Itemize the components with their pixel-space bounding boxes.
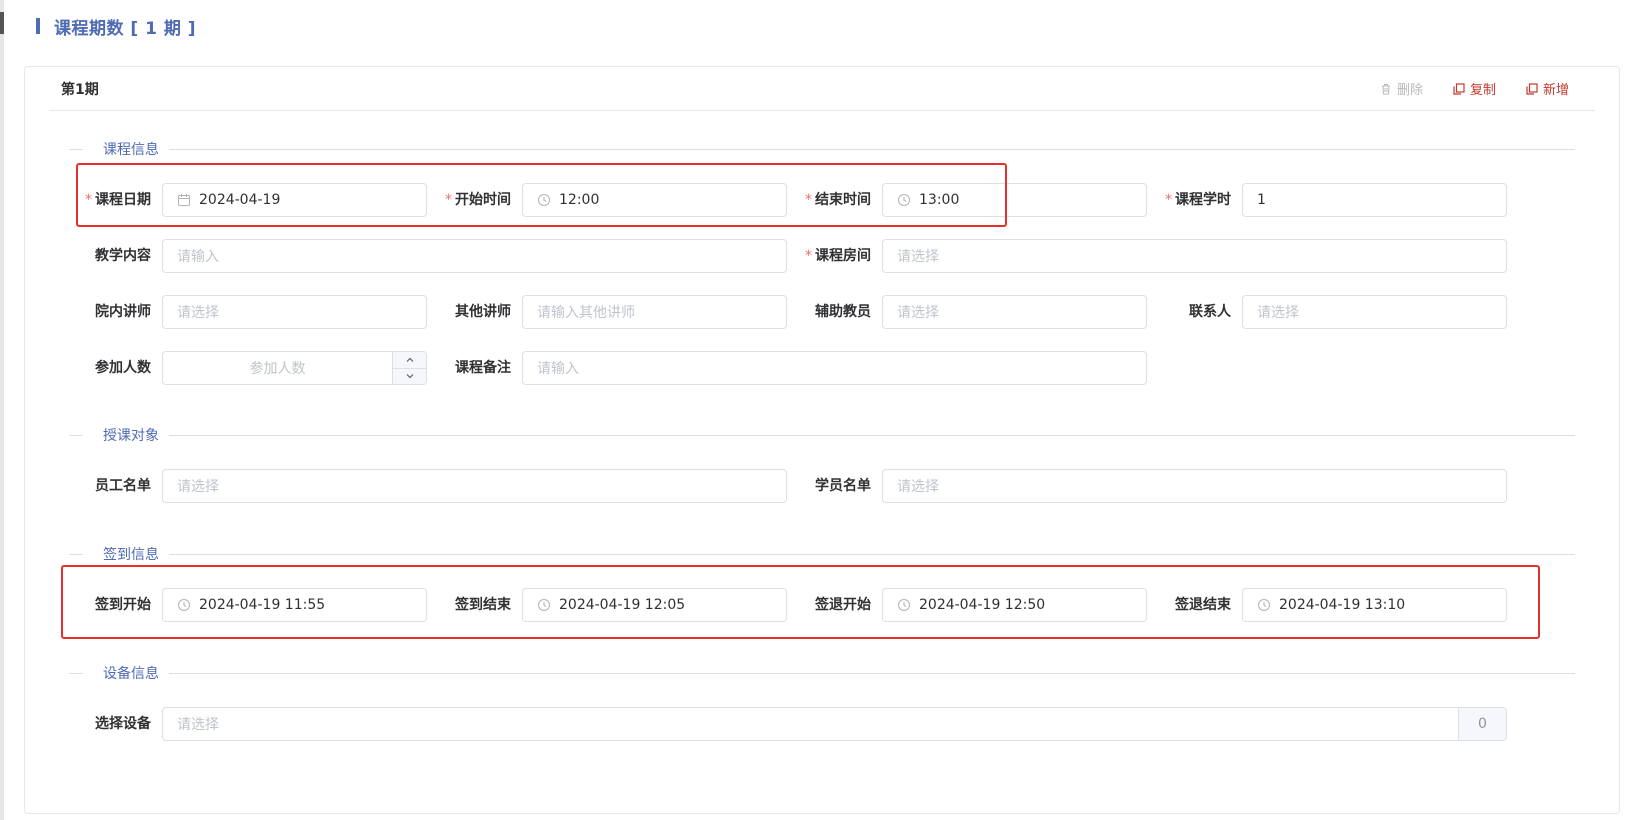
- teaching-content-input[interactable]: 请输入: [162, 239, 787, 273]
- left-edge: [0, 0, 4, 820]
- delete-button[interactable]: 删除: [1380, 79, 1423, 98]
- copy-label: 复制: [1469, 83, 1496, 98]
- other-lecturer-input[interactable]: 请输入其他讲师: [522, 295, 787, 329]
- period-card-header: 第1期 删除 复制 新增: [49, 67, 1595, 111]
- device-select-label: 选择设备: [95, 716, 151, 732]
- course-room-placeholder: 请选择: [897, 249, 939, 265]
- teaching-content-label: 教学内容: [95, 248, 151, 264]
- signin-end-picker[interactable]: 2024-04-19 12:05: [522, 588, 787, 622]
- assistant-label: 辅助教员: [815, 304, 871, 320]
- contact-label: 联系人: [1189, 304, 1231, 320]
- start-time-label: * 开始时间: [445, 192, 511, 208]
- section-title-device: 设备信息: [103, 666, 159, 682]
- signout-end-label: 签退结束: [1175, 597, 1231, 613]
- add-label: 新增: [1542, 83, 1569, 98]
- other-lecturer-placeholder: 请输入其他讲师: [537, 305, 635, 321]
- clock-icon: [538, 599, 550, 611]
- start-time-picker[interactable]: 12:00: [522, 183, 787, 217]
- student-list-select[interactable]: 请选择: [882, 469, 1507, 503]
- assistant-placeholder: 请选择: [897, 305, 939, 321]
- staff-list-placeholder: 请选择: [177, 479, 219, 495]
- clock-icon: [1258, 599, 1270, 611]
- calendar-icon: [178, 194, 190, 206]
- contact-placeholder: 请选择: [1257, 305, 1299, 321]
- section-title-signin: 签到信息: [103, 547, 159, 563]
- course-remark-input[interactable]: 请输入: [522, 351, 1147, 385]
- add-copy-icon: [1526, 82, 1538, 95]
- course-date-label: * 课程日期: [85, 192, 151, 208]
- period-actions: 删除 复制 新增: [1380, 79, 1569, 98]
- teaching-content-placeholder: 请输入: [177, 249, 219, 265]
- lecturer-label: 院内讲师: [95, 304, 151, 320]
- course-date-picker[interactable]: 2024-04-19: [162, 183, 427, 217]
- add-button[interactable]: 新增: [1526, 79, 1569, 98]
- period-card: 第1期 删除 复制 新增 课程信息 * 课程日期 2024-04-19 * 开始时间: [24, 66, 1620, 814]
- device-count-badge: 0: [1458, 708, 1506, 740]
- page-section-header: 课程期数 [ 1 期 ]: [36, 14, 197, 39]
- signin-start-label: 签到开始: [95, 597, 151, 613]
- copy-button[interactable]: 复制: [1453, 79, 1496, 98]
- other-lecturer-label: 其他讲师: [455, 304, 511, 320]
- staff-list-label: 员工名单: [95, 478, 151, 494]
- participants-label: 参加人数: [95, 360, 151, 376]
- signout-end-value: 2024-04-19 13:10: [1279, 597, 1406, 613]
- course-room-label: * 课程房间: [805, 248, 871, 264]
- device-select-placeholder: 请选择: [177, 717, 219, 733]
- section-title-course-info: 课程信息: [103, 142, 159, 158]
- assistant-select[interactable]: 请选择: [882, 295, 1147, 329]
- start-time-value: 12:00: [559, 192, 600, 208]
- signout-start-picker[interactable]: 2024-04-19 12:50: [882, 588, 1147, 622]
- participants-stepper[interactable]: 参加人数: [162, 351, 427, 385]
- signout-end-picker[interactable]: 2024-04-19 13:10: [1242, 588, 1507, 622]
- participants-placeholder: 参加人数: [249, 361, 306, 377]
- course-room-select[interactable]: 请选择: [882, 239, 1507, 273]
- section-divider-audience: 授课对象: [69, 425, 1575, 445]
- lecturer-placeholder: 请选择: [177, 305, 219, 321]
- end-time-picker[interactable]: 13:00: [882, 183, 1147, 217]
- section-divider-signin: 签到信息: [69, 544, 1575, 564]
- end-time-label: * 结束时间: [805, 192, 871, 208]
- contact-select[interactable]: 请选择: [1242, 295, 1507, 329]
- section-divider-course-info: 课程信息: [69, 139, 1575, 159]
- chevron-down-icon: [406, 374, 413, 379]
- signout-start-label: 签退开始: [815, 597, 871, 613]
- delete-label: 删除: [1396, 83, 1423, 98]
- clock-icon: [178, 599, 190, 611]
- course-hours-value: 1: [1257, 192, 1266, 208]
- course-remark-label: 课程备注: [455, 360, 511, 376]
- course-date-value: 2024-04-19: [199, 192, 281, 208]
- copy-icon: [1453, 82, 1465, 95]
- course-hours-label: * 课程学时: [1165, 192, 1231, 208]
- signin-start-picker[interactable]: 2024-04-19 11:55: [162, 588, 427, 622]
- end-time-value: 13:00: [919, 192, 960, 208]
- course-hours-input[interactable]: 1: [1242, 183, 1507, 217]
- signout-start-value: 2024-04-19 12:50: [919, 597, 1046, 613]
- trash-icon: [1381, 83, 1390, 94]
- lecturer-select[interactable]: 请选择: [162, 295, 427, 329]
- chevron-up-icon: [406, 357, 413, 362]
- section-divider-device: 设备信息: [69, 663, 1575, 683]
- edge-mark: [0, 12, 4, 34]
- clock-icon: [898, 194, 910, 206]
- section-title-audience: 授课对象: [103, 428, 159, 444]
- course-remark-placeholder: 请输入: [537, 361, 579, 377]
- signin-end-value: 2024-04-19 12:05: [559, 597, 686, 613]
- staff-list-select[interactable]: 请选择: [162, 469, 787, 503]
- signin-start-value: 2024-04-19 11:55: [199, 597, 326, 613]
- clock-icon: [538, 194, 550, 206]
- student-list-placeholder: 请选择: [897, 479, 939, 495]
- student-list-label: 学员名单: [815, 478, 871, 494]
- clock-icon: [898, 599, 910, 611]
- title-bar-accent: [36, 18, 40, 34]
- period-title: 第1期: [61, 81, 99, 98]
- device-select[interactable]: 请选择 0: [162, 707, 1507, 741]
- page-title: 课程期数 [ 1 期 ]: [54, 18, 197, 39]
- signin-end-label: 签到结束: [455, 597, 511, 613]
